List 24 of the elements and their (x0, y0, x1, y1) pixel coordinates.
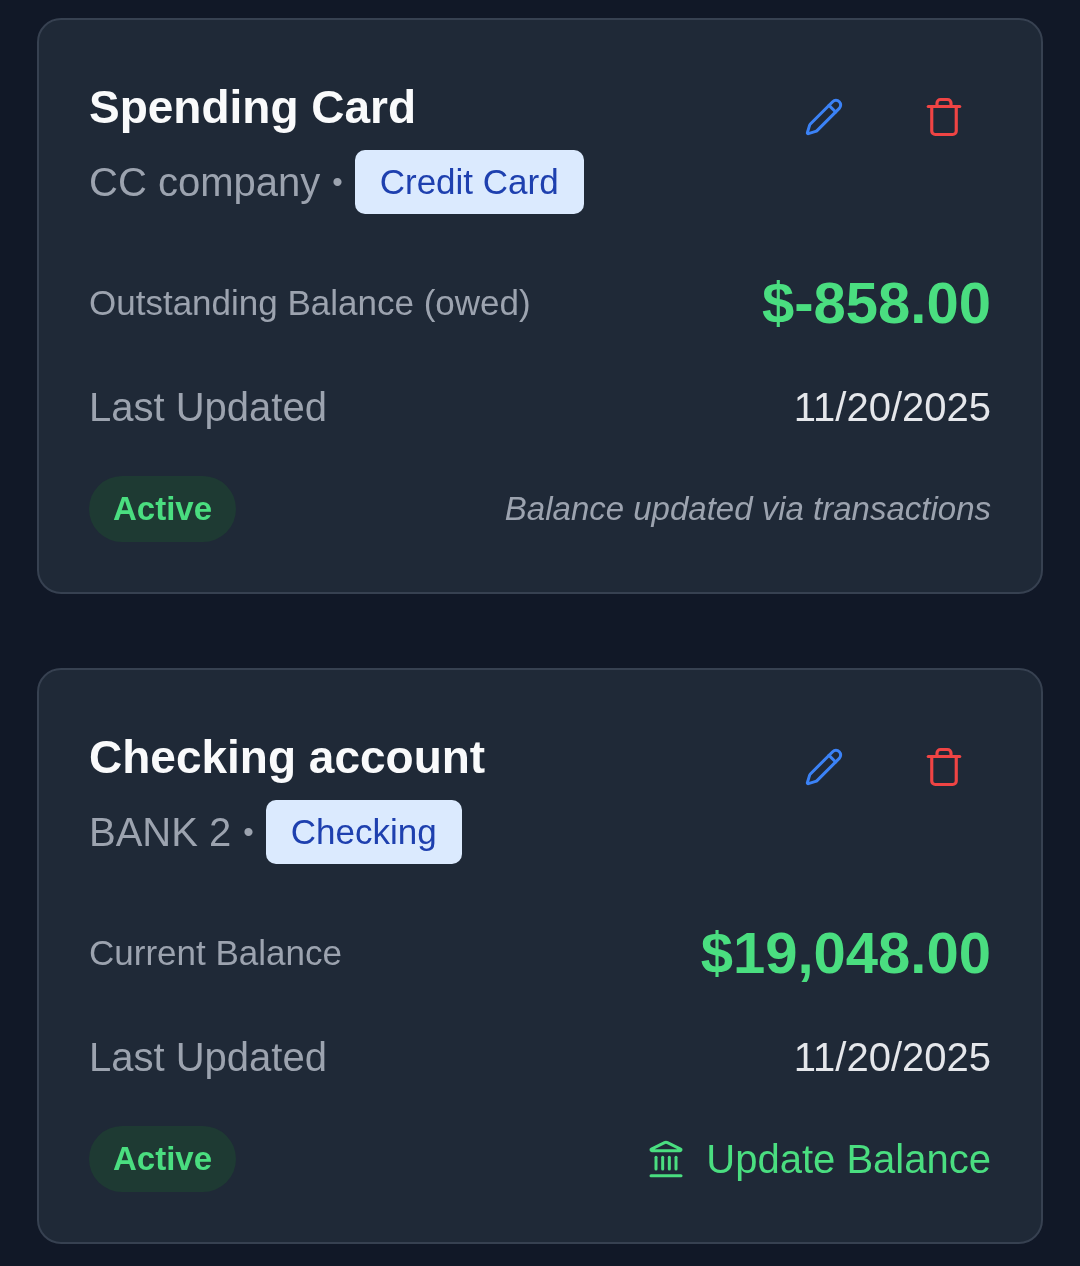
last-updated-label: Last Updated (89, 384, 327, 431)
pencil-icon (804, 747, 844, 787)
separator-dot: • (243, 814, 254, 850)
separator-dot: • (332, 164, 343, 200)
update-balance-button[interactable]: Update Balance (646, 1134, 991, 1184)
balance-label: Outstanding Balance (owed) (89, 282, 531, 324)
last-updated-date: 11/20/2025 (793, 384, 991, 431)
edit-button[interactable] (803, 746, 845, 788)
last-updated-date: 11/20/2025 (793, 1034, 991, 1081)
status-badge: Active (89, 1126, 237, 1192)
balance-amount: $-858.00 (762, 269, 991, 337)
balance-label: Current Balance (89, 932, 342, 974)
balance-amount: $19,048.00 (700, 919, 991, 987)
account-name: Checking account (89, 730, 486, 785)
institution-name: CC company (89, 159, 321, 206)
balance-note: Balance updated via transactions (504, 489, 991, 529)
pencil-icon (804, 97, 844, 137)
institution-name: BANK 2 (89, 809, 232, 856)
last-updated-label: Last Updated (89, 1034, 327, 1081)
edit-button[interactable] (803, 96, 845, 138)
account-name: Spending Card (89, 80, 418, 135)
account-type-badge: Checking (265, 800, 462, 864)
account-type-badge: Credit Card (354, 150, 584, 214)
status-badge: Active (89, 476, 237, 542)
